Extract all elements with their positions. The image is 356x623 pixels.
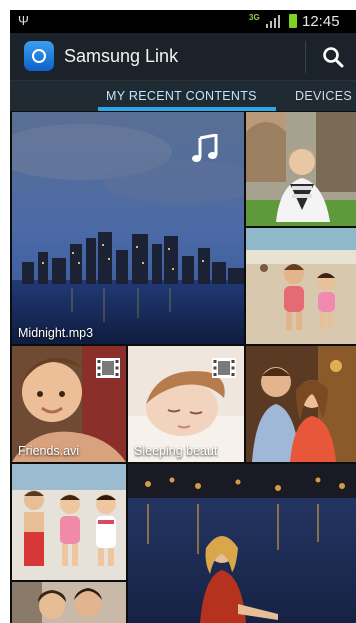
app-title: Samsung Link [64,46,179,66]
couple-bar-thumbnail [246,346,356,462]
media-caption: Sleeping beaut [134,444,218,458]
woman-night-river-thumbnail [128,464,356,623]
media-tile-midnight[interactable]: Midnight.mp3 [12,112,244,344]
samsung-link-logo-icon[interactable] [24,41,54,71]
pair-portrait-thumbnail [12,582,126,623]
app-bar-divider [305,41,306,73]
tab-devices[interactable]: DEVICES [295,89,352,103]
search-icon[interactable] [322,46,344,68]
status-bar: Ψ 3G 12:45 [10,10,356,33]
tab-bar: MY RECENT CONTENTS DEVICES [10,81,356,111]
network-type: 3G [249,13,260,22]
media-tile-photo-couple[interactable] [246,346,356,462]
tab-my-recent-contents[interactable]: MY RECENT CONTENTS [106,89,257,103]
film-icon [96,358,120,378]
app-bar: Samsung Link [10,33,356,81]
media-tile-photo-night[interactable] [128,464,356,623]
film-icon [212,358,236,378]
signal-icon [266,15,280,28]
music-note-icon [192,134,218,162]
usb-icon: Ψ [18,13,29,28]
media-tile-photo-park[interactable] [246,112,356,226]
battery-icon [289,14,297,28]
three-kids-thumbnail [12,464,126,580]
media-caption: Midnight.mp3 [18,326,94,340]
status-time: 12:45 [302,13,340,30]
media-tile-photo-beach[interactable] [246,228,356,344]
media-tile-photo-pair[interactable] [12,582,126,623]
media-tile-friends[interactable]: Friends.avi [12,346,126,462]
woman-park-thumbnail [246,112,356,226]
media-tile-sleeping-beauty[interactable]: Sleeping beaut [128,346,244,462]
selected-tab-indicator [98,107,276,111]
media-caption: Friends.avi [18,444,80,458]
kids-beach-thumbnail [246,228,356,344]
phone-screen: Ψ 3G 12:45 Samsung Link MY RECENT CONTEN… [10,10,356,623]
media-tile-photo-kids[interactable] [12,464,126,580]
